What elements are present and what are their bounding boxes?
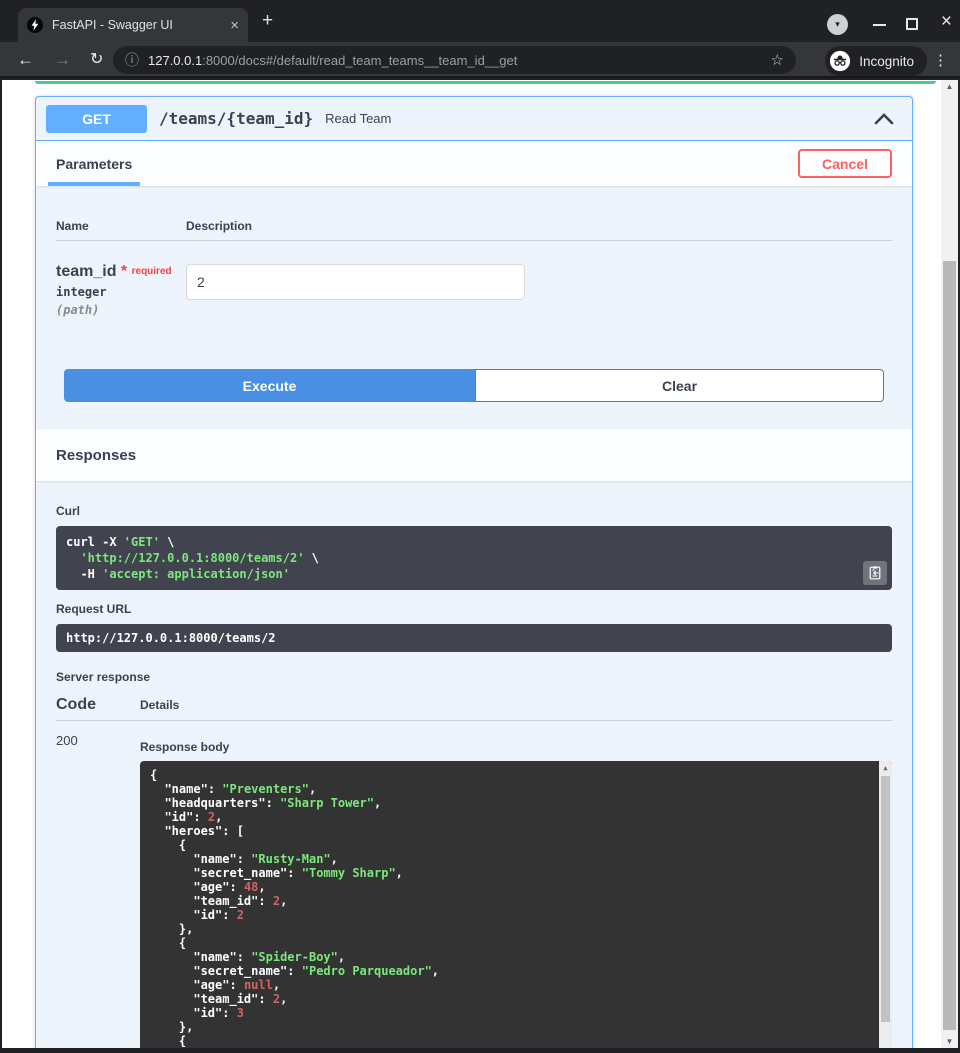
browser-tab[interactable]: FastAPI - Swagger UI ×: [18, 8, 248, 42]
curl-label: Curl: [56, 504, 892, 518]
site-info-icon[interactable]: ⓘ: [125, 50, 139, 70]
execute-button[interactable]: Execute: [64, 369, 475, 402]
response-body-json: { "name": "Preventers", "headquarters": …: [150, 768, 866, 1048]
responses-section-header: Responses: [36, 429, 912, 481]
new-tab-button[interactable]: +: [262, 11, 273, 31]
url-path: :8000/docs#/default/read_team_teams__tea…: [202, 53, 517, 68]
minimize-button[interactable]: [873, 24, 886, 26]
incognito-badge: Incognito: [825, 46, 927, 76]
parameter-row: team_id * required integer (path): [36, 241, 912, 317]
fastapi-favicon-icon: [27, 17, 43, 33]
operation-summary: Read Team: [325, 111, 391, 126]
parameter-type: integer: [56, 285, 186, 299]
browser-toolbar: ← → ↻ ⓘ 127.0.0.1:8000/docs#/default/rea…: [0, 42, 960, 78]
url-text: 127.0.0.1:8000/docs#/default/read_team_t…: [148, 53, 763, 68]
browser-window: FastAPI - Swagger UI × + ▾ × ← → ↻ ⓘ 127…: [0, 0, 960, 1053]
required-star: *: [121, 263, 127, 280]
profile-chevron-button[interactable]: ▾: [827, 14, 848, 35]
status-code: 200: [56, 733, 140, 1048]
request-url-value: http://127.0.0.1:8000/teams/2: [56, 624, 892, 652]
team-id-input[interactable]: [186, 264, 525, 300]
tab-parameters[interactable]: Parameters: [48, 141, 140, 186]
description-column-header: Description: [186, 219, 892, 233]
tab-title: FastAPI - Swagger UI: [52, 18, 224, 32]
window-close-button[interactable]: ×: [941, 12, 952, 31]
response-scrollbar[interactable]: ▲: [879, 761, 892, 1048]
page-scrollbar-thumb[interactable]: [943, 261, 956, 1030]
page-scrollbar[interactable]: ▲ ▼: [941, 80, 958, 1048]
curl-command-text: curl -X 'GET' \ 'http://127.0.0.1:8000/t…: [66, 534, 858, 582]
response-scrollbar-thumb[interactable]: [881, 776, 890, 1022]
parameter-name: team_id: [56, 263, 116, 280]
response-row: 200 Response body { "name": "Preventers"…: [56, 721, 892, 1048]
previous-opblock-bottom-edge: [35, 81, 936, 84]
request-url-label: Request URL: [56, 602, 892, 616]
swagger-page: GET /teams/{team_id} Read Team Parameter…: [2, 80, 958, 1048]
parameter-location: (path): [56, 303, 186, 317]
back-icon[interactable]: ←: [17, 49, 34, 71]
parameters-section-header: Parameters Cancel: [36, 141, 912, 186]
browser-menu-icon[interactable]: ⋮: [933, 51, 948, 71]
parameters-table-header: Name Description: [56, 219, 892, 241]
page-scroll-down-icon[interactable]: ▼: [941, 1037, 958, 1046]
server-response-label: Server response: [56, 670, 892, 684]
responses-body: Curl curl -X 'GET' \ 'http://127.0.0.1:8…: [36, 481, 912, 1048]
responses-title: Responses: [56, 447, 136, 464]
copy-to-clipboard-button[interactable]: [863, 561, 887, 585]
bookmark-star-icon[interactable]: ☆: [771, 51, 784, 69]
details-column-header: Details: [140, 698, 179, 712]
required-label: required: [132, 266, 172, 277]
response-table-header: Code Details: [56, 696, 892, 721]
cancel-button[interactable]: Cancel: [798, 149, 892, 178]
get-opblock: GET /teams/{team_id} Read Team Parameter…: [35, 96, 913, 1048]
tab-strip: FastAPI - Swagger UI × + ▾ ×: [0, 0, 960, 42]
parameter-description-cell: [186, 262, 892, 317]
response-details-cell: Response body { "name": "Preventers", "h…: [140, 733, 892, 1048]
page-scroll-up-icon[interactable]: ▲: [941, 82, 958, 91]
clear-button[interactable]: Clear: [475, 369, 884, 402]
scroll-up-icon[interactable]: ▲: [879, 761, 892, 775]
url-bar[interactable]: ⓘ 127.0.0.1:8000/docs#/default/read_team…: [113, 46, 796, 74]
execute-row: Execute Clear: [64, 369, 884, 402]
response-body-block: { "name": "Preventers", "headquarters": …: [140, 761, 892, 1048]
tab-close-icon[interactable]: ×: [230, 18, 239, 33]
opblock-header[interactable]: GET /teams/{team_id} Read Team: [36, 97, 912, 141]
reload-icon[interactable]: ↻: [90, 49, 103, 71]
curl-command-block: curl -X 'GET' \ 'http://127.0.0.1:8000/t…: [56, 526, 892, 590]
method-badge: GET: [46, 105, 147, 133]
name-column-header: Name: [56, 219, 186, 233]
operation-path: /teams/{team_id}: [159, 109, 313, 128]
response-body-label: Response body: [140, 740, 892, 754]
incognito-label: Incognito: [859, 54, 914, 69]
url-host: 127.0.0.1: [148, 53, 202, 68]
incognito-spy-icon: [829, 50, 851, 72]
code-column-header: Code: [56, 696, 140, 714]
forward-icon[interactable]: →: [54, 49, 71, 71]
collapse-chevron-icon[interactable]: [874, 112, 894, 125]
parameter-name-cell: team_id * required integer (path): [56, 262, 186, 317]
maximize-button[interactable]: [906, 18, 918, 30]
